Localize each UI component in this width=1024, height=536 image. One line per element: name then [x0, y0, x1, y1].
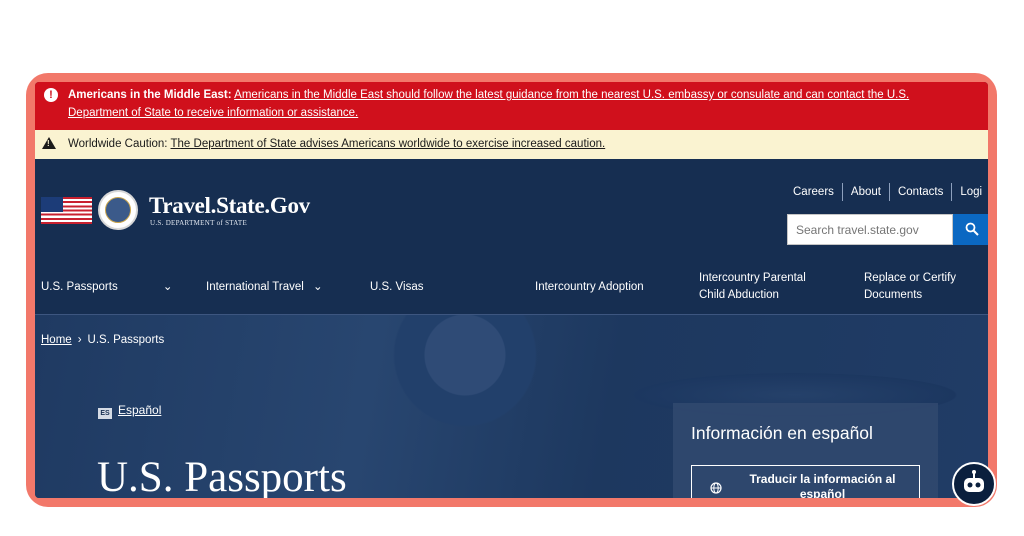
site-header: Travel.State.Gov U.S. DEPARTMENT of STAT… — [35, 159, 988, 315]
info-card-heading: Información en español — [691, 423, 873, 443]
site-subtitle: U.S. DEPARTMENT of STATE — [150, 219, 248, 227]
search-input[interactable] — [788, 215, 946, 244]
warning-triangle-icon: ! — [42, 137, 56, 149]
us-flag-logo — [41, 197, 92, 224]
chevron-down-icon: ⌄ — [162, 281, 173, 293]
nav-item-label: Replace or Certify Documents — [864, 272, 957, 301]
login-link[interactable]: Logi — [951, 183, 988, 201]
worldwide-caution-link[interactable]: The Department of State advises American… — [171, 138, 606, 150]
browser-viewport: ! Americans in the Middle East: American… — [35, 82, 988, 498]
exclamation-circle-icon: ! — [44, 88, 58, 102]
about-link[interactable]: About — [841, 183, 889, 201]
contacts-link[interactable]: Contacts — [888, 183, 951, 201]
middle-east-alert: ! Americans in the Middle East: American… — [35, 82, 988, 130]
utility-links: Careers About Contacts Logi — [785, 183, 988, 201]
chatbot-button[interactable] — [952, 462, 996, 506]
page-title: U.S. Passports — [97, 454, 347, 498]
translate-button[interactable]: Traducir la información al español — [691, 465, 920, 498]
globe-icon — [710, 482, 722, 494]
nav-item-label: Intercountry Parental Child Abduction — [699, 272, 806, 301]
department-seal-logo[interactable] — [98, 190, 138, 230]
nav-item-label: Intercountry Adoption — [535, 281, 644, 293]
nav-item-parental-child-abduction[interactable]: Intercountry Parental Child Abduction — [699, 270, 829, 304]
breadcrumb-current: U.S. Passports — [87, 334, 165, 346]
chevron-down-icon: ⌄ — [313, 281, 323, 293]
search-button[interactable] — [953, 214, 988, 245]
breadcrumb-home-link[interactable]: Home — [41, 334, 72, 346]
worldwide-caution-label: Worldwide Caution: — [68, 138, 168, 150]
main-nav: U.S. Passports ⌄ International Travel ⌄ … — [35, 262, 988, 314]
nav-item-label: International Travel — [206, 281, 304, 293]
robot-icon — [964, 470, 984, 492]
nav-item-intercountry-adoption[interactable]: Intercountry Adoption — [535, 279, 644, 296]
middle-east-alert-label: Americans in the Middle East: — [68, 89, 232, 101]
nav-item-label: U.S. Passports — [41, 281, 118, 293]
careers-link[interactable]: Careers — [785, 183, 842, 201]
nav-item-us-passports[interactable]: U.S. Passports ⌄ — [41, 279, 173, 296]
nav-item-international-travel[interactable]: International Travel ⌄ — [206, 279, 323, 296]
nav-item-us-visas[interactable]: U.S. Visas — [370, 279, 423, 296]
search-icon — [965, 222, 979, 236]
language-es-icon: ES — [98, 408, 112, 419]
hero-section: Home › U.S. Passports ES Español U.S. Passp… — [35, 315, 988, 498]
worldwide-caution-alert: ! Worldwide Caution: The Department of S… — [35, 130, 988, 159]
search-box — [787, 214, 953, 245]
translate-button-label: Traducir la información al español — [749, 472, 896, 498]
nav-item-replace-certify-documents[interactable]: Replace or Certify Documents — [864, 270, 974, 304]
espanol-link[interactable]: Español — [118, 403, 161, 417]
site-title[interactable]: Travel.State.Gov — [149, 193, 310, 219]
spanish-info-card: Información en español Traducir la infor… — [673, 403, 938, 498]
spanish-language-link[interactable]: ES Español — [98, 403, 161, 419]
breadcrumb-separator: › — [77, 334, 82, 346]
breadcrumb: Home › U.S. Passports — [41, 334, 164, 346]
nav-item-label: U.S. Visas — [370, 281, 424, 293]
